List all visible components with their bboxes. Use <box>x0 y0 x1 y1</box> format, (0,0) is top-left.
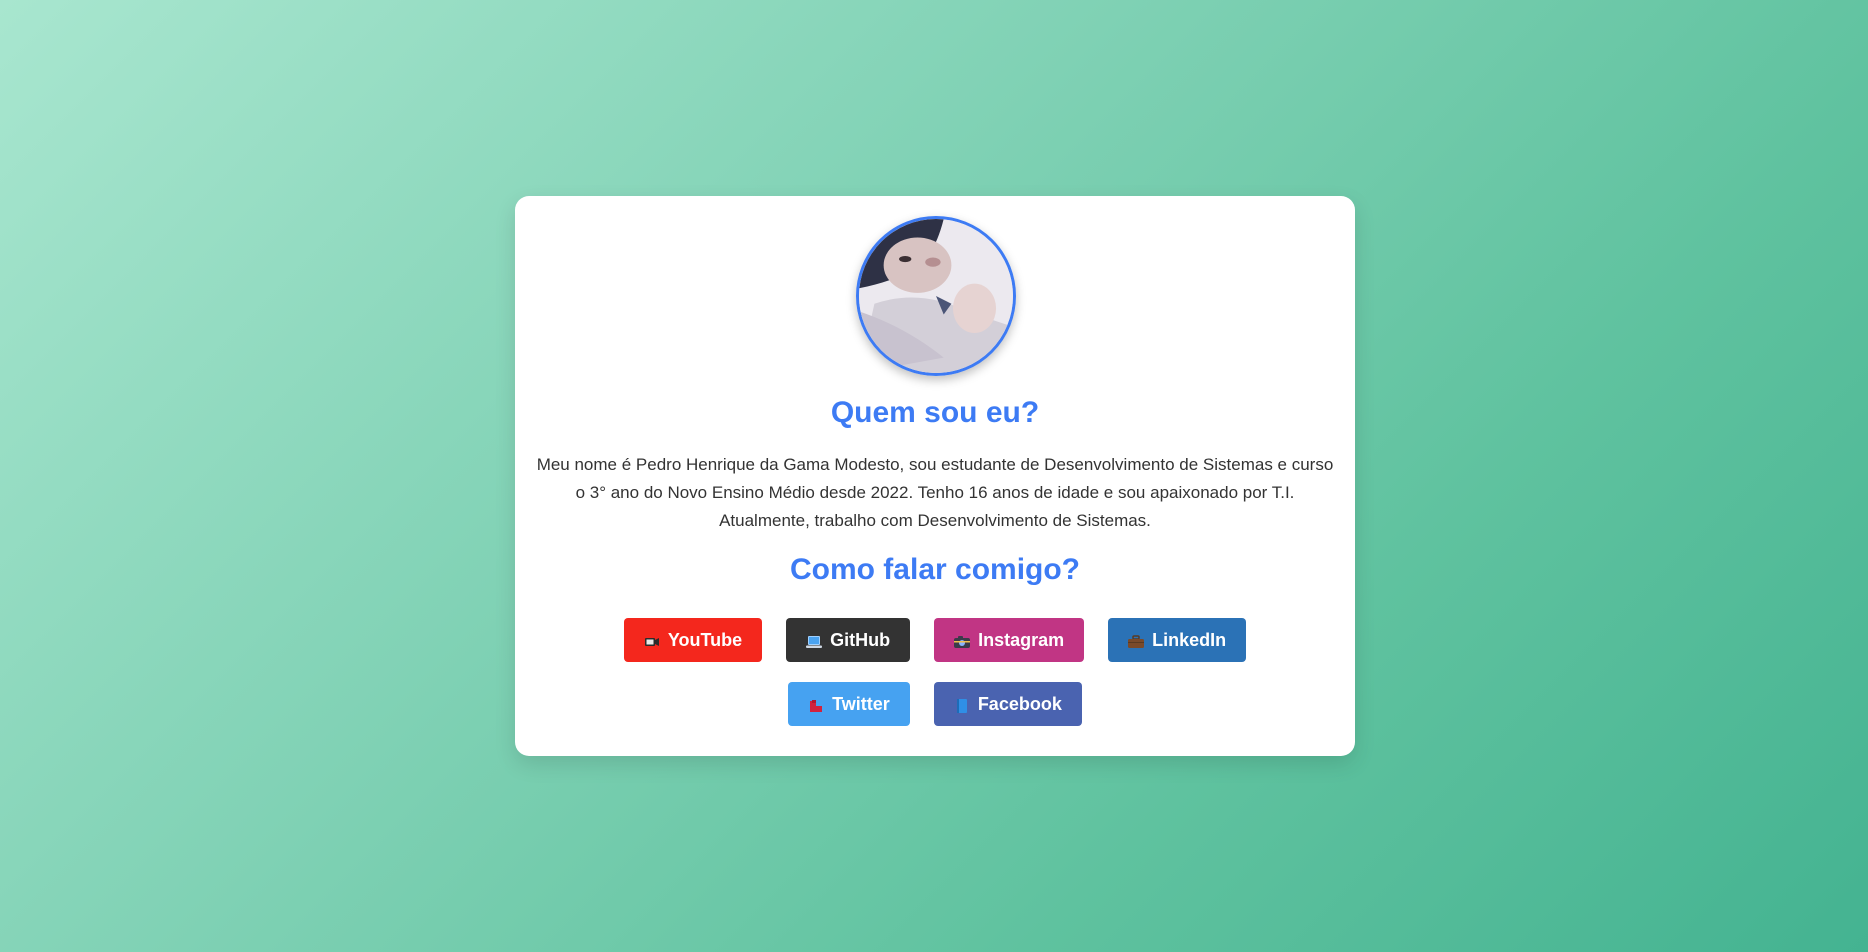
bird-icon <box>808 697 824 712</box>
laptop-icon <box>806 633 823 648</box>
instagram-label: Instagram <box>978 629 1065 650</box>
avatar-photo <box>859 219 1013 373</box>
linkedin-label: LinkedIn <box>1152 629 1227 650</box>
contact-heading: Como falar comigo? <box>789 553 1081 586</box>
instagram-button[interactable]: Instagram <box>934 618 1085 662</box>
youtube-label: YouTube <box>667 629 743 650</box>
camera-icon <box>954 633 971 648</box>
facebook-label: Facebook <box>977 693 1062 714</box>
profile-card: Quem sou eu? Meu nome é Pedro Henrique d… <box>515 196 1355 756</box>
twitter-button[interactable]: Twitter <box>788 682 910 726</box>
github-label: GitHub <box>830 629 891 650</box>
briefcase-icon <box>1128 633 1145 648</box>
github-button[interactable]: GitHub <box>786 618 911 662</box>
about-heading: Quem sou eu? <box>830 396 1040 429</box>
video-camera-icon <box>644 633 660 647</box>
twitter-label: Twitter <box>832 693 890 714</box>
bio-text: Meu nome é Pedro Henrique da Gama Modest… <box>536 455 1334 530</box>
social-links-row-2: Twitter Facebook <box>515 682 1355 726</box>
social-links-row-1: YouTube GitHub Instagram LinkedIn <box>515 618 1355 662</box>
youtube-button[interactable]: YouTube <box>623 618 763 662</box>
linkedin-button[interactable]: LinkedIn <box>1108 618 1247 662</box>
book-icon <box>954 697 970 713</box>
facebook-button[interactable]: Facebook <box>933 682 1082 726</box>
avatar <box>856 216 1016 376</box>
